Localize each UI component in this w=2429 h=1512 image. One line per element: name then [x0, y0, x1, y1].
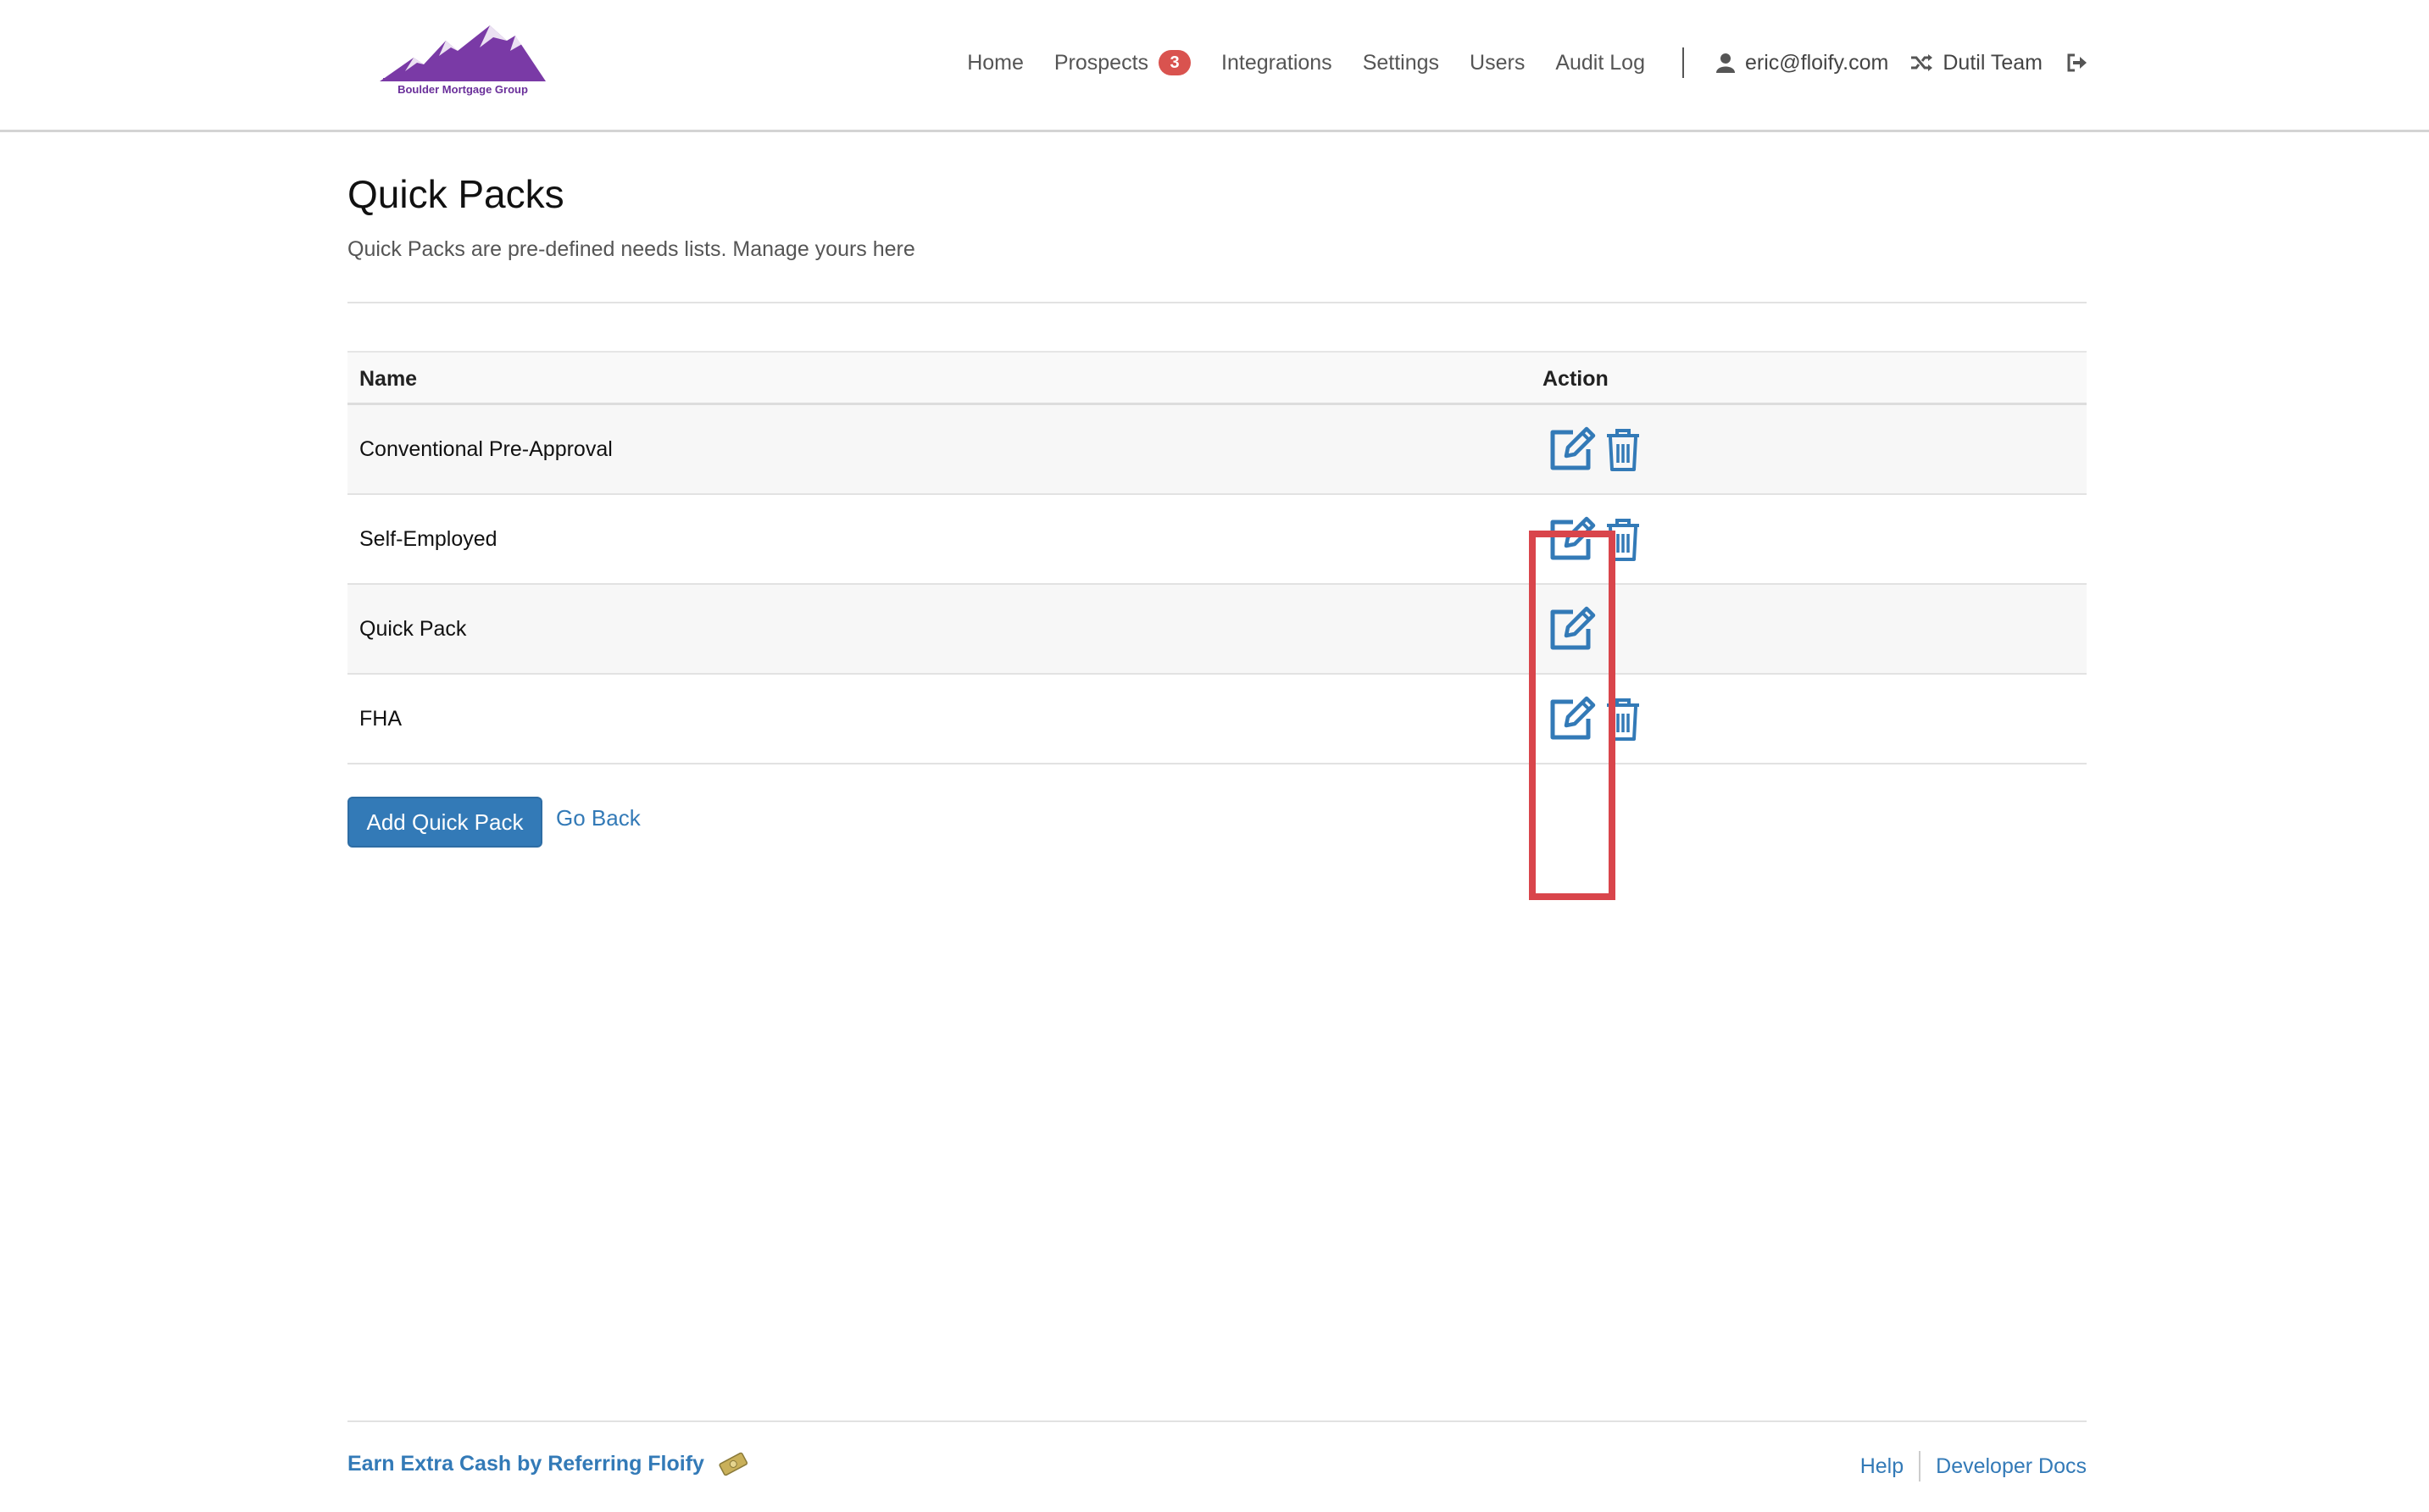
top-navbar: Boulder Mortgage Group Home Prospects 3 … — [0, 0, 2429, 132]
page-title: Quick Packs — [347, 172, 564, 216]
nav-divider — [1681, 47, 1684, 78]
nav-switch-team[interactable]: Dutil Team — [1910, 51, 2043, 75]
page-subtitle: Quick Packs are pre-defined needs lists.… — [347, 237, 915, 261]
trash-icon[interactable] — [1605, 697, 1641, 741]
brand-logo[interactable]: Boulder Mortgage Group — [380, 22, 546, 103]
table-row: Self-Employed — [347, 495, 2087, 585]
quick-pack-name: FHA — [359, 707, 402, 731]
divider — [347, 302, 2087, 303]
edit-icon[interactable] — [1548, 605, 1597, 653]
column-header-name: Name — [359, 367, 418, 391]
quick-pack-name: Quick Pack — [359, 617, 467, 641]
table-body: Conventional Pre-Approval Self-Employed Qu… — [347, 405, 2087, 764]
logo-text: Boulder Mortgage Group — [397, 83, 528, 96]
edit-icon[interactable] — [1548, 425, 1597, 473]
user-icon — [1715, 53, 1735, 73]
nav-user-menu[interactable]: eric@floify.com — [1715, 50, 1889, 75]
shuffle-icon — [1910, 53, 1933, 72]
help-link[interactable]: Help — [1860, 1454, 1904, 1479]
nav-users[interactable]: Users — [1470, 51, 1525, 75]
nav-prospects[interactable]: Prospects 3 — [1053, 50, 1192, 75]
quick-pack-name: Self-Employed — [359, 527, 497, 551]
edit-icon[interactable] — [1548, 695, 1597, 742]
sign-out-icon[interactable] — [2066, 53, 2087, 72]
footer-divider — [347, 1420, 2087, 1422]
main-nav: Home Prospects 3 Integrations Settings U… — [967, 0, 2087, 125]
quick-packs-table: Name Action Conventional Pre-Approval Sel… — [347, 351, 2087, 900]
nav-prospects-label: Prospects — [1053, 50, 1149, 75]
user-email: eric@floify.com — [1744, 50, 1889, 75]
developer-docs-link[interactable]: Developer Docs — [1936, 1454, 2087, 1479]
referral-link[interactable]: Earn Extra Cash by Referring Floify — [347, 1451, 748, 1476]
team-name: Dutil Team — [1943, 50, 2043, 75]
table-row: FHA — [347, 675, 2087, 764]
edit-icon[interactable] — [1548, 515, 1597, 563]
mountain-logo-icon — [380, 25, 546, 81]
referral-link-label: Earn Extra Cash by Referring Floify — [347, 1451, 704, 1476]
column-header-action: Action — [1542, 367, 1609, 391]
nav-settings[interactable]: Settings — [1363, 51, 1439, 75]
row-actions — [1548, 695, 1649, 742]
go-back-link[interactable]: Go Back — [556, 805, 641, 831]
row-actions — [1548, 605, 1605, 653]
footer-links: Help Developer Docs — [1860, 1451, 2087, 1481]
money-icon — [718, 1451, 748, 1476]
table-row: Conventional Pre-Approval — [347, 405, 2087, 495]
trash-icon[interactable] — [1605, 517, 1641, 561]
nav-home[interactable]: Home — [967, 51, 1024, 75]
trash-icon[interactable] — [1605, 427, 1641, 471]
table-header: Name Action — [347, 351, 2087, 405]
add-quick-pack-button[interactable]: Add Quick Pack — [347, 797, 542, 848]
nav-audit-log[interactable]: Audit Log — [1555, 51, 1645, 75]
quick-pack-name: Conventional Pre-Approval — [359, 437, 613, 461]
nav-integrations[interactable]: Integrations — [1221, 51, 1332, 75]
footer-link-divider — [1919, 1451, 1921, 1481]
prospects-count-badge: 3 — [1159, 50, 1192, 75]
row-actions — [1548, 515, 1649, 563]
row-actions — [1548, 425, 1649, 473]
table-row: Quick Pack — [347, 585, 2087, 675]
